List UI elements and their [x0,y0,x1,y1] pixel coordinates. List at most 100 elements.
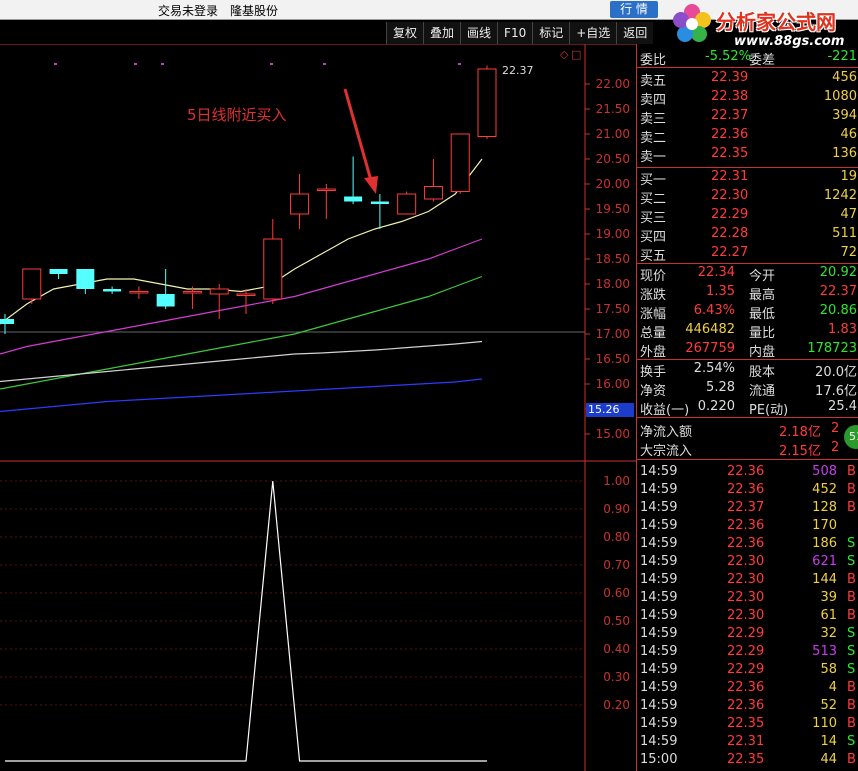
ask-level-row[interactable]: 卖四 22.38 1080 [637,89,858,108]
ask-volume: 456 [832,70,857,85]
candle-body [129,291,149,294]
trade-row[interactable]: 14:59 22.36 52 B [637,698,858,716]
money-flow-row: 大宗流入 2.15亿 2 [637,440,858,459]
trade-row[interactable]: 14:59 22.36 452 B [637,482,858,500]
bid-price: 22.28 [711,226,749,241]
trade-row[interactable]: 14:59 22.36 170 [637,518,858,536]
price-tick-label: 22.00 [596,77,630,91]
bid-price: 22.29 [711,207,749,222]
trade-side: S [847,734,856,749]
moving-average-line [0,158,483,325]
ask-level-row[interactable]: 卖一 22.35 136 [637,146,858,165]
stat-row: 外盘 267759 内盘 178723 [637,341,858,360]
trade-row[interactable]: 14:59 22.29 32 S [637,626,858,644]
trade-row[interactable]: 14:59 22.36 4 B [637,680,858,698]
toolbar-button-overlay[interactable]: 叠加 [423,22,461,44]
fundamental-label: 净资 [640,384,667,399]
diamond-icon[interactable]: ◇ [560,48,569,61]
bid-level-row[interactable]: 买五 22.27 72 [637,245,858,264]
stat-value: 6.43% [693,303,735,318]
price-tick-label: 16.50 [596,352,630,366]
stat-label: 最高 [749,288,776,303]
ask-volume: 46 [840,127,857,142]
toolbar-button-adjust[interactable]: 复权 [386,22,424,44]
trade-time: 14:59 [640,464,678,479]
trade-side: B [847,464,856,479]
toolbar-button-f10[interactable]: F10 [497,22,533,44]
annotation-arrow [343,88,374,185]
quote-button[interactable]: 行 情 [610,1,658,18]
stat-row: 涨幅 6.43% 最低 20.86 [637,303,858,322]
indicator-tick-label: 0.40 [603,642,630,656]
candle-body [0,319,14,324]
ask-level-row[interactable]: 卖二 22.36 46 [637,127,858,146]
trade-row[interactable]: 15:00 22.35 44 B [637,752,858,770]
bid-volume: 72 [840,245,857,260]
trade-price: 22.31 [727,734,765,749]
ask-price: 22.39 [711,70,749,85]
trade-row[interactable]: 14:59 22.37 128 B [637,500,858,518]
candle-body [209,288,229,295]
toolbar-button-mark[interactable]: 标记 [532,22,570,44]
trade-price: 22.36 [727,518,765,533]
stat-value: 267759 [685,341,735,356]
price-tick-label: 19.50 [596,202,630,216]
bid-level-row[interactable]: 买一 22.31 19 [637,169,858,188]
trade-row[interactable]: 14:59 22.36 186 S [637,536,858,554]
window-icon[interactable]: □ [571,48,581,61]
trade-row[interactable]: 14:59 22.29 58 S [637,662,858,680]
stat-label: 涨跌 [640,288,667,303]
ask-level-row[interactable]: 卖三 22.37 394 [637,108,858,127]
bid-price: 22.31 [711,169,749,184]
trade-side: B [847,752,856,767]
moving-average-line [0,378,483,413]
price-tick-label: 15.00 [596,427,630,441]
stat-label: 量比 [749,326,776,341]
trade-row[interactable]: 14:59 22.30 621 S [637,554,858,572]
bid-level-label: 买一 [640,173,667,188]
ask-level-row[interactable]: 卖五 22.39 456 [637,70,858,89]
price-tick-label: 17.00 [596,327,630,341]
bid-price: 22.30 [711,188,749,203]
toolbar-button-add-watchlist[interactable]: +自选 [569,22,617,44]
trade-volume: 621 [812,554,837,569]
candle-body [182,291,202,294]
trade-row[interactable]: 14:59 22.35 110 B [637,716,858,734]
candle-body [344,196,363,202]
trade-time: 14:59 [640,644,678,659]
trade-volume: 61 [820,608,837,623]
trade-time: 14:59 [640,590,678,605]
ask-level-label: 卖四 [640,93,667,108]
trade-row[interactable]: 14:59 22.30 39 B [637,590,858,608]
toolbar-button-draw[interactable]: 画线 [460,22,498,44]
chart-canvas[interactable]: 22.00 21.50 21.00 20.50 20.00 19.50 19.00 18.50… [0,44,636,771]
signal-markers [54,63,461,65]
indicator-tick-label: 1.00 [603,474,630,488]
divider [637,459,858,460]
money-flow-value: 2.15亿 [779,444,821,459]
trade-row[interactable]: 14:59 22.29 513 S [637,644,858,662]
trade-row[interactable]: 14:59 22.36 508 B [637,464,858,482]
trade-row[interactable]: 14:59 22.31 14 S [637,734,858,752]
candle-body [103,289,122,292]
bid-level-row[interactable]: 买三 22.29 47 [637,207,858,226]
trade-status[interactable]: 交易未登录 [158,2,218,19]
kline-chart[interactable]: 22.00 21.50 21.00 20.50 20.00 19.50 19.00 18.50… [0,44,636,771]
trade-volume: 32 [820,626,837,641]
trade-row[interactable]: 14:59 22.30 144 B [637,572,858,590]
fundamental-value: 5.28 [706,380,735,395]
bid-level-label: 买三 [640,211,667,226]
trade-volume: 58 [820,662,837,677]
indicator-tick-label: 0.60 [603,586,630,600]
trade-volume: 52 [820,698,837,713]
candle-body [76,269,95,289]
stat-value: 22.37 [819,284,857,299]
trade-volume: 452 [812,482,837,497]
trade-time: 14:59 [640,482,678,497]
bid-level-row[interactable]: 买四 22.28 511 [637,226,858,245]
trade-row[interactable]: 14:59 22.30 61 B [637,608,858,626]
trade-side: S [847,554,856,569]
trade-side: B [847,572,856,587]
bid-level-row[interactable]: 买二 22.30 1242 [637,188,858,207]
toolbar-button-back[interactable]: 返回 [616,22,654,44]
